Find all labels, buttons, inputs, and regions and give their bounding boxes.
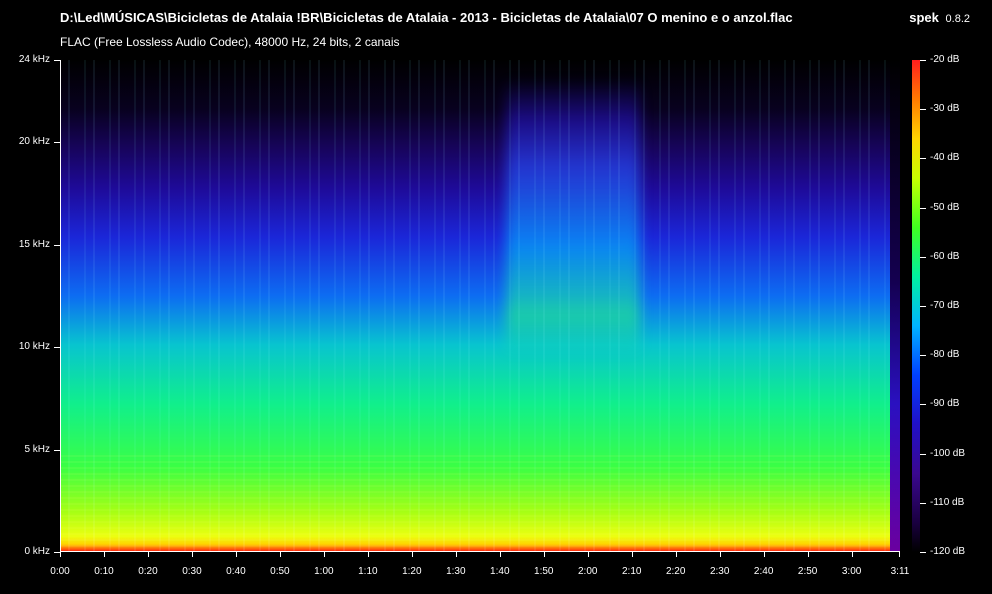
db-tick-label: -40 dB <box>930 152 960 164</box>
db-tick-mark <box>920 256 926 258</box>
spectrogram-plot <box>60 60 900 552</box>
db-tick-mark <box>920 60 926 61</box>
time-tick-label: 2:30 <box>709 566 730 577</box>
spectrogram-end-fade <box>890 60 900 551</box>
time-tick-label: 2:50 <box>797 566 818 577</box>
frequency-tick-label: 15 kHz <box>18 238 50 250</box>
frequency-tick-mark <box>54 244 60 246</box>
frequency-tick-mark <box>54 449 60 451</box>
time-tick-label: 1:40 <box>490 566 510 577</box>
time-tick-mark <box>60 552 61 557</box>
frequency-tick-mark <box>54 60 60 61</box>
frequency-tick-label: 20 kHz <box>18 136 50 147</box>
db-tick-label: -30 dB <box>930 103 960 115</box>
time-tick-label: 3:00 <box>841 566 862 577</box>
frequency-tick-label: 24 kHz <box>18 54 50 65</box>
time-tick-label: 3:11 <box>890 566 910 577</box>
db-tick-mark <box>920 109 926 111</box>
time-tick-mark <box>543 552 545 557</box>
time-tick-label: 1:00 <box>314 566 334 577</box>
time-tick-mark <box>499 552 501 557</box>
time-tick-label: 1:30 <box>446 566 466 577</box>
time-tick-label: 0:40 <box>226 566 246 577</box>
db-tick-label: -20 dB <box>930 54 960 65</box>
time-tick-label: 1:10 <box>358 566 378 577</box>
time-tick-mark <box>899 552 900 557</box>
time-tick-label: 2:00 <box>578 566 598 577</box>
db-tick-mark <box>920 404 926 406</box>
time-tick-label: 2:40 <box>753 566 774 577</box>
frequency-tick-mark <box>54 347 60 348</box>
db-tick-label: -120 dB <box>930 546 966 557</box>
db-colorbar <box>912 60 920 552</box>
time-tick-label: 2:20 <box>665 566 686 577</box>
db-tick-label: -70 dB <box>930 300 960 311</box>
time-tick-mark <box>191 552 193 557</box>
time-tick-mark <box>587 552 589 557</box>
time-tick-mark <box>103 552 105 557</box>
time-tick-mark <box>367 552 369 557</box>
db-tick-mark <box>920 552 926 553</box>
time-tick-label: 0:20 <box>138 566 158 577</box>
time-tick-label: 0:30 <box>182 566 202 577</box>
frequency-tick-label: 0 kHz <box>24 546 50 557</box>
time-tick-label: 1:20 <box>402 566 422 577</box>
db-tick-mark <box>920 502 926 504</box>
time-tick-mark <box>147 552 149 557</box>
time-tick-label: 0:00 <box>50 566 70 577</box>
db-tick-label: -110 dB <box>930 496 965 508</box>
time-tick-mark <box>851 552 853 557</box>
audio-format-info: FLAC (Free Lossless Audio Codec), 48000 … <box>60 35 400 49</box>
time-tick-mark <box>235 552 237 557</box>
time-tick-mark <box>763 552 765 557</box>
app-name: spek <box>909 10 939 25</box>
db-tick-mark <box>920 158 926 160</box>
db-tick-label: -50 dB <box>930 201 960 213</box>
frequency-tick-label: 10 kHz <box>18 341 50 352</box>
db-tick-label: -90 dB <box>930 398 960 410</box>
db-tick-label: -80 dB <box>930 349 960 361</box>
time-tick-mark <box>279 552 281 557</box>
time-tick-mark <box>719 552 721 557</box>
time-tick-label: 2:10 <box>621 566 642 577</box>
frequency-tick-label: 5 kHz <box>24 443 50 455</box>
time-tick-label: 0:50 <box>270 566 290 577</box>
db-tick-mark <box>920 355 926 357</box>
db-tick-mark <box>920 453 926 455</box>
time-tick-mark <box>411 552 413 557</box>
app-version: 0.8.2 <box>945 13 970 25</box>
time-tick-label: 1:50 <box>534 566 554 577</box>
frequency-tick-mark <box>54 142 60 143</box>
db-tick-label: -60 dB <box>930 250 960 262</box>
time-tick-mark <box>455 552 457 557</box>
time-tick-mark <box>631 552 633 557</box>
db-tick-mark <box>920 306 926 307</box>
time-tick-mark <box>675 552 677 557</box>
app-brand: spek 0.8.2 <box>909 10 970 25</box>
db-tick-label: -100 dB <box>930 447 966 459</box>
time-tick-mark <box>323 552 325 557</box>
time-tick-label: 0:10 <box>94 566 114 577</box>
time-tick-mark <box>807 552 809 557</box>
db-tick-mark <box>920 207 926 209</box>
file-path-title: D:\Led\MÚSICAS\Bicicletas de Atalaia !BR… <box>60 10 793 25</box>
spek-window: D:\Led\MÚSICAS\Bicicletas de Atalaia !BR… <box>0 0 992 594</box>
spectrogram-low-harmonics <box>61 452 900 551</box>
